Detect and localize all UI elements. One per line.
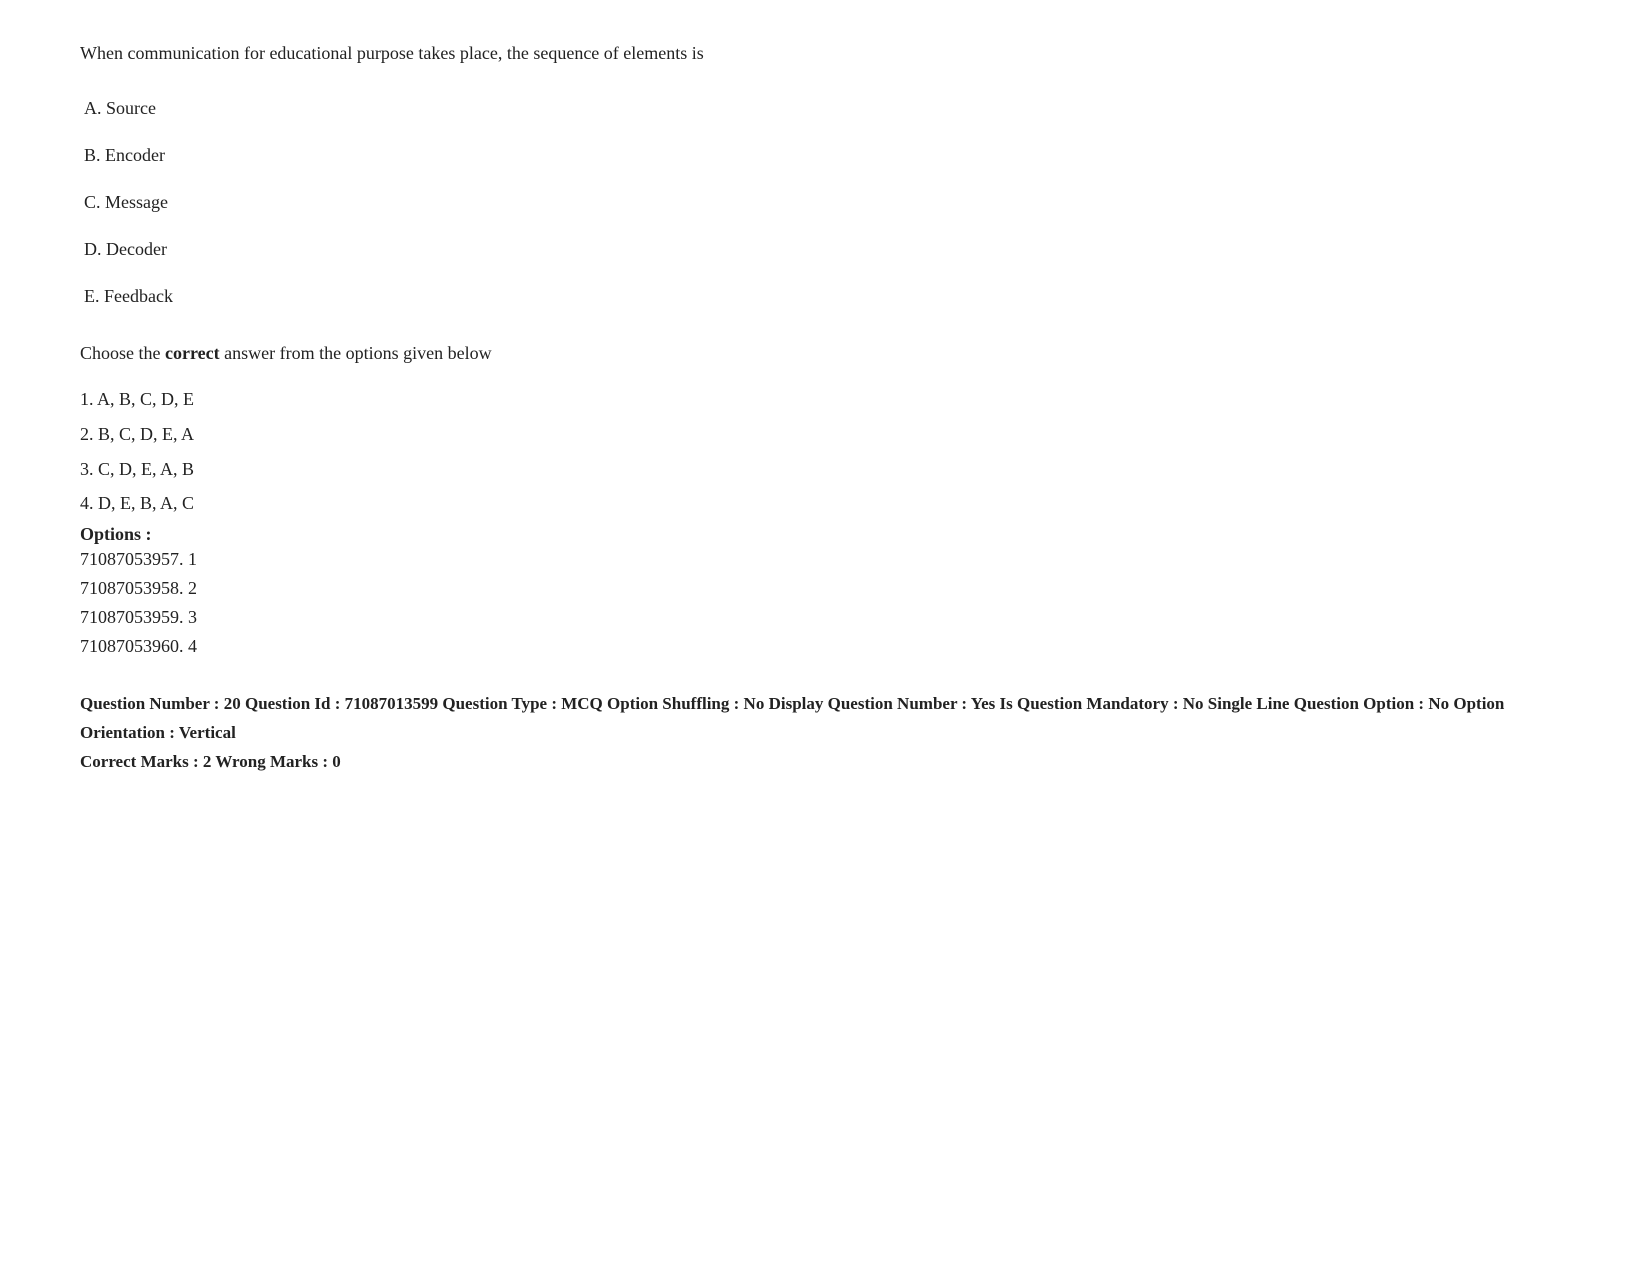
answer-text-3: C, D, E, A, B [98, 459, 194, 479]
answer-text-2: B, C, D, E, A [98, 424, 194, 444]
instruction-suffix: answer from the options given below [220, 343, 492, 363]
answer-text-1: A, B, C, D, E [97, 389, 194, 409]
option-id-2-id: 71087053958. [80, 578, 184, 598]
option-d: D. Decoder [80, 236, 1570, 263]
metadata: Question Number : 20 Question Id : 71087… [80, 690, 1570, 777]
option-id-2-num: 2 [188, 578, 197, 598]
option-d-text: Decoder [106, 239, 167, 259]
option-id-3-id: 71087053959. [80, 607, 184, 627]
option-c: C. Message [80, 189, 1570, 216]
instruction: Choose the correct answer from the optio… [80, 340, 1570, 367]
option-id-1-id: 71087053957. [80, 549, 184, 569]
metadata-line1: Question Number : 20 Question Id : 71087… [80, 690, 1570, 748]
options-label: Options : [80, 524, 1570, 545]
answer-choice-1: 1. A, B, C, D, E [80, 385, 1570, 414]
option-id-1: 71087053957. 1 [80, 545, 1570, 574]
option-id-3-num: 3 [188, 607, 197, 627]
answer-num-2: 2. [80, 424, 98, 444]
option-id-1-num: 1 [188, 549, 197, 569]
instruction-bold: correct [165, 343, 220, 363]
option-id-3: 71087053959. 3 [80, 603, 1570, 632]
answer-num-1: 1. [80, 389, 97, 409]
option-id-4: 71087053960. 4 [80, 632, 1570, 661]
answer-num-3: 3. [80, 459, 98, 479]
option-b: B. Encoder [80, 142, 1570, 169]
answer-choice-3: 3. C, D, E, A, B [80, 455, 1570, 484]
answer-choices: 1. A, B, C, D, E 2. B, C, D, E, A 3. C, … [80, 385, 1570, 518]
answer-choice-2: 2. B, C, D, E, A [80, 420, 1570, 449]
option-a-label: A. [84, 98, 106, 118]
option-a: A. Source [80, 95, 1570, 122]
question-container: When communication for educational purpo… [80, 40, 1570, 777]
option-id-2: 71087053958. 2 [80, 574, 1570, 603]
option-b-text: Encoder [105, 145, 165, 165]
option-a-text: Source [106, 98, 156, 118]
option-id-4-num: 4 [188, 636, 197, 656]
options-section: Options : 71087053957. 1 71087053958. 2 … [80, 524, 1570, 660]
option-d-label: D. [84, 239, 106, 259]
question-text: When communication for educational purpo… [80, 40, 1570, 67]
option-e-label: E. [84, 286, 104, 306]
option-c-label: C. [84, 192, 105, 212]
instruction-prefix: Choose the [80, 343, 165, 363]
marks-line: Correct Marks : 2 Wrong Marks : 0 [80, 748, 1570, 777]
answer-text-4: D, E, B, A, C [98, 493, 194, 513]
option-e: E. Feedback [80, 283, 1570, 310]
option-c-text: Message [105, 192, 168, 212]
options-list: A. Source B. Encoder C. Message D. Decod… [80, 95, 1570, 310]
option-b-label: B. [84, 145, 105, 165]
option-id-4-id: 71087053960. [80, 636, 184, 656]
answer-num-4: 4. [80, 493, 98, 513]
option-e-text: Feedback [104, 286, 173, 306]
answer-choice-4: 4. D, E, B, A, C [80, 489, 1570, 518]
